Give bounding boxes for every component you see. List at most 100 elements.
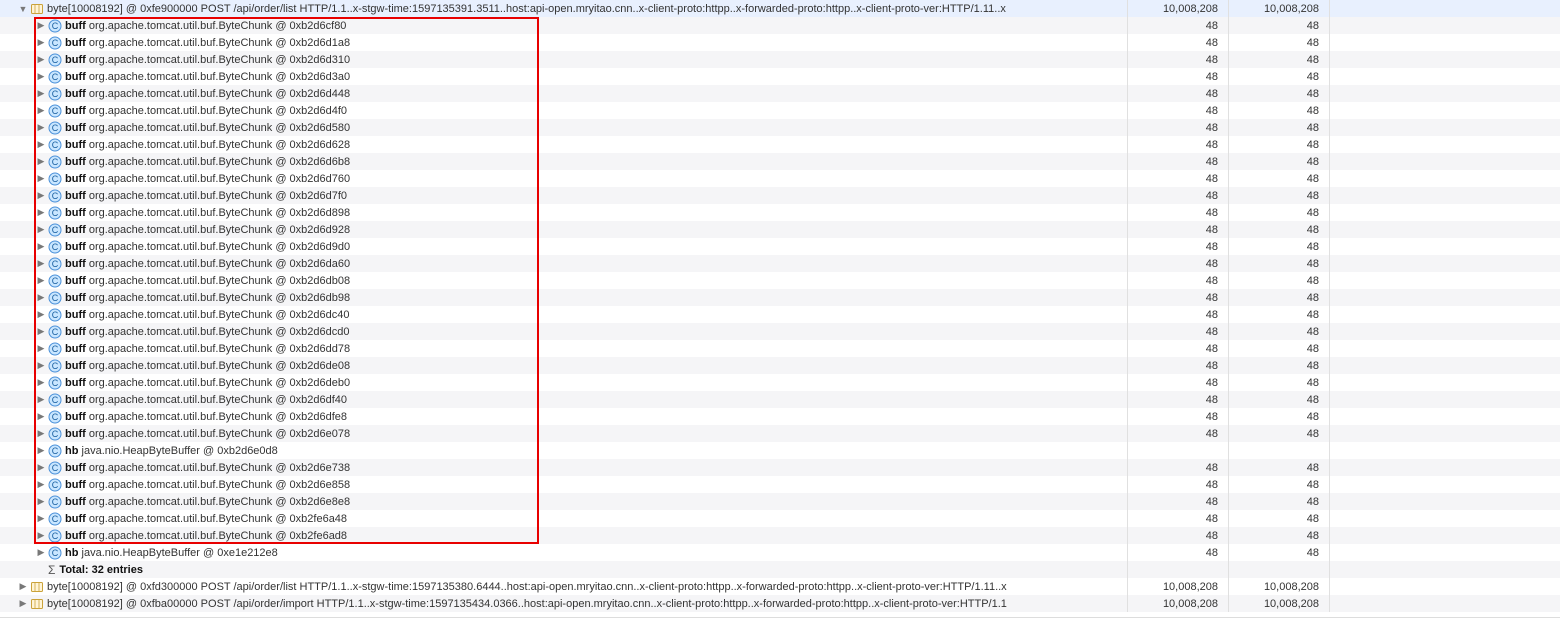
tree-row-child[interactable]: ▶Cbuff org.apache.tomcat.util.buf.ByteCh… (0, 85, 1560, 102)
expander-closed-icon[interactable]: ▶ (36, 259, 46, 269)
heap-tree[interactable]: ▼byte[10008192] @ 0xfe900000 POST /api/o… (0, 0, 1560, 618)
tree-row-child[interactable]: ▶Cbuff org.apache.tomcat.util.buf.ByteCh… (0, 527, 1560, 544)
expander-closed-icon[interactable]: ▶ (36, 106, 46, 116)
tree-row-child[interactable]: ▶Cbuff org.apache.tomcat.util.buf.ByteCh… (0, 459, 1560, 476)
tree-row-child[interactable]: ▶Cbuff org.apache.tomcat.util.buf.ByteCh… (0, 68, 1560, 85)
tree-row-child[interactable]: ▶Cbuff org.apache.tomcat.util.buf.ByteCh… (0, 153, 1560, 170)
expander-closed-icon[interactable]: ▶ (36, 55, 46, 65)
svg-text:C: C (52, 106, 59, 116)
expander-closed-icon[interactable]: ▶ (36, 514, 46, 524)
expander-closed-icon[interactable]: ▶ (36, 395, 46, 405)
expander-closed-icon[interactable]: ▶ (36, 191, 46, 201)
expander-closed-icon[interactable]: ▶ (36, 21, 46, 31)
tree-row-sibling[interactable]: ▶byte[10008192] @ 0xfd300000 POST /api/o… (0, 578, 1560, 595)
retained-size: 48 (1229, 411, 1329, 423)
tree-row-child[interactable]: ▶Cbuff org.apache.tomcat.util.buf.ByteCh… (0, 510, 1560, 527)
tree-row-child[interactable]: ▶Cbuff org.apache.tomcat.util.buf.ByteCh… (0, 408, 1560, 425)
tree-row-child[interactable]: ▶Cbuff org.apache.tomcat.util.buf.ByteCh… (0, 238, 1560, 255)
retained-size: 48 (1229, 547, 1329, 559)
svg-text:C: C (52, 174, 59, 184)
expander-closed-icon[interactable]: ▶ (36, 174, 46, 184)
expander-closed-icon[interactable]: ▶ (36, 429, 46, 439)
expander-closed-icon[interactable]: ▶ (36, 310, 46, 320)
tree-row-child[interactable]: ▶Cbuff org.apache.tomcat.util.buf.ByteCh… (0, 289, 1560, 306)
expander-closed-icon[interactable]: ▶ (36, 344, 46, 354)
expander-closed-icon[interactable]: ▶ (36, 548, 46, 558)
expander-closed-icon[interactable]: ▶ (18, 599, 28, 609)
tree-row-child[interactable]: ▶Cbuff org.apache.tomcat.util.buf.ByteCh… (0, 425, 1560, 442)
class-icon: C (48, 444, 62, 458)
expander-closed-icon[interactable]: ▶ (18, 582, 28, 592)
tree-row-child[interactable]: ▶Cbuff org.apache.tomcat.util.buf.ByteCh… (0, 17, 1560, 34)
expander-closed-icon[interactable]: ▶ (36, 89, 46, 99)
expander-closed-icon[interactable]: ▶ (36, 157, 46, 167)
tree-row-child[interactable]: ▶Cbuff org.apache.tomcat.util.buf.ByteCh… (0, 204, 1560, 221)
class-icon: C (48, 529, 62, 543)
object-label: buff org.apache.tomcat.util.buf.ByteChun… (65, 309, 350, 321)
tree-row-parent[interactable]: ▼byte[10008192] @ 0xfe900000 POST /api/o… (0, 0, 1560, 17)
retained-size: 48 (1229, 173, 1329, 185)
tree-row-child[interactable]: ▶Cbuff org.apache.tomcat.util.buf.ByteCh… (0, 374, 1560, 391)
expander-closed-icon[interactable]: ▶ (36, 378, 46, 388)
expander-closed-icon[interactable]: ▶ (36, 412, 46, 422)
tree-row-child[interactable]: ▶Chb java.nio.HeapByteBuffer @ 0xb2d6e0d… (0, 442, 1560, 459)
tree-row-child[interactable]: ▶Cbuff org.apache.tomcat.util.buf.ByteCh… (0, 306, 1560, 323)
svg-text:C: C (52, 293, 59, 303)
tree-row-child[interactable]: ▶Cbuff org.apache.tomcat.util.buf.ByteCh… (0, 221, 1560, 238)
svg-text:C: C (52, 191, 59, 201)
expander-open-icon[interactable]: ▼ (18, 4, 28, 14)
shallow-size: 48 (1128, 156, 1228, 168)
tree-row-child[interactable]: ▶Cbuff org.apache.tomcat.util.buf.ByteCh… (0, 323, 1560, 340)
tree-row-child[interactable]: ▶Cbuff org.apache.tomcat.util.buf.ByteCh… (0, 255, 1560, 272)
tree-row-child[interactable]: ▶Cbuff org.apache.tomcat.util.buf.ByteCh… (0, 102, 1560, 119)
expander-closed-icon[interactable]: ▶ (36, 72, 46, 82)
expander-closed-icon[interactable]: ▶ (36, 225, 46, 235)
expander-closed-icon[interactable]: ▶ (36, 446, 46, 456)
tree-row-child[interactable]: ▶Cbuff org.apache.tomcat.util.buf.ByteCh… (0, 476, 1560, 493)
tree-row-child[interactable]: ▶Cbuff org.apache.tomcat.util.buf.ByteCh… (0, 357, 1560, 374)
svg-text:C: C (52, 259, 59, 269)
tree-row-child[interactable]: ▶Cbuff org.apache.tomcat.util.buf.ByteCh… (0, 272, 1560, 289)
expander-closed-icon[interactable]: ▶ (36, 293, 46, 303)
expander-closed-icon[interactable]: ▶ (36, 208, 46, 218)
expander-closed-icon[interactable]: ▶ (36, 497, 46, 507)
expander-closed-icon[interactable]: ▶ (36, 123, 46, 133)
class-icon: C (48, 19, 62, 33)
svg-text:C: C (52, 225, 59, 235)
tree-row-child[interactable]: ▶Cbuff org.apache.tomcat.util.buf.ByteCh… (0, 119, 1560, 136)
class-icon: C (48, 206, 62, 220)
expander-closed-icon[interactable]: ▶ (36, 531, 46, 541)
tree-row-child[interactable]: ▶Cbuff org.apache.tomcat.util.buf.ByteCh… (0, 170, 1560, 187)
expander-closed-icon[interactable]: ▶ (36, 140, 46, 150)
expander-closed-icon[interactable]: ▶ (36, 480, 46, 490)
tree-row-child[interactable]: ▶Chb java.nio.HeapByteBuffer @ 0xe1e212e… (0, 544, 1560, 561)
tree-row-child[interactable]: ▶Cbuff org.apache.tomcat.util.buf.ByteCh… (0, 136, 1560, 153)
expander-closed-icon[interactable]: ▶ (36, 327, 46, 337)
object-label: buff org.apache.tomcat.util.buf.ByteChun… (65, 139, 350, 151)
class-icon: C (48, 189, 62, 203)
svg-text:C: C (52, 327, 59, 337)
tree-row-child[interactable]: ▶Cbuff org.apache.tomcat.util.buf.ByteCh… (0, 51, 1560, 68)
expander-closed-icon[interactable]: ▶ (36, 276, 46, 286)
tree-row-sibling[interactable]: ▶byte[10008192] @ 0xfba00000 POST /api/o… (0, 595, 1560, 612)
shallow-size: 48 (1128, 292, 1228, 304)
tree-row-child[interactable]: ▶Cbuff org.apache.tomcat.util.buf.ByteCh… (0, 34, 1560, 51)
tree-row-child[interactable]: ▶Cbuff org.apache.tomcat.util.buf.ByteCh… (0, 187, 1560, 204)
class-icon: C (48, 308, 62, 322)
class-icon: C (48, 36, 62, 50)
expander-closed-icon[interactable]: ▶ (36, 361, 46, 371)
retained-size: 10,008,208 (1229, 598, 1329, 610)
class-icon: C (48, 240, 62, 254)
tree-row-child[interactable]: ▶Cbuff org.apache.tomcat.util.buf.ByteCh… (0, 340, 1560, 357)
svg-text:C: C (52, 497, 59, 507)
expander-closed-icon[interactable]: ▶ (36, 463, 46, 473)
svg-text:C: C (52, 72, 59, 82)
expander-closed-icon[interactable]: ▶ (36, 38, 46, 48)
tree-row-child[interactable]: ▶Cbuff org.apache.tomcat.util.buf.ByteCh… (0, 391, 1560, 408)
svg-text:C: C (52, 38, 59, 48)
class-icon: C (48, 342, 62, 356)
expander-closed-icon[interactable]: ▶ (36, 242, 46, 252)
tree-row-child[interactable]: ▶Cbuff org.apache.tomcat.util.buf.ByteCh… (0, 493, 1560, 510)
totals-label: Total: 32 entries (59, 564, 143, 576)
object-label: hb java.nio.HeapByteBuffer @ 0xe1e212e8 (65, 547, 278, 559)
